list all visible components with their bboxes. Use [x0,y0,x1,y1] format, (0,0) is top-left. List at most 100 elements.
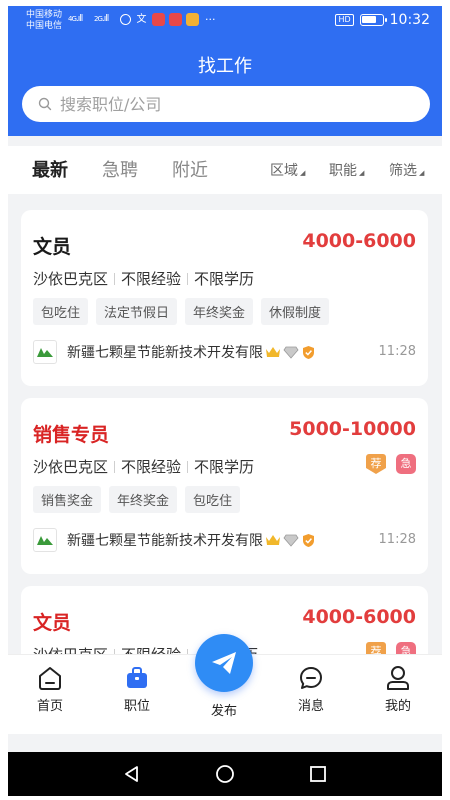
company-name: 新疆七颗星节能新技术开发有限 [67,345,263,361]
hd-icon: HD [335,14,354,26]
nav-home[interactable]: 首页 [20,665,80,714]
nav-profile[interactable]: 我的 [368,665,428,714]
weibo-icon [186,13,199,26]
recent-apps-icon[interactable] [308,764,328,784]
urgent-badge: 急 [396,454,416,474]
job-district: 沙依巴克区 [33,458,109,476]
filter-function-label: 职能 [329,163,357,179]
nav-messages[interactable]: 消息 [281,665,341,714]
home-icon [39,667,61,690]
verified-icon [303,533,314,547]
status-right: HD 10:32 [335,12,430,28]
company-badges [265,345,316,360]
company-logo [33,528,57,552]
publish-button[interactable] [195,634,253,692]
job-title: 文员 [33,612,72,634]
job-tag: 年终奖金 [109,486,178,513]
job-experience: 不限经验 [121,270,182,288]
signal-icon-2: 2G.ıll [94,14,109,24]
map-pin-icon [169,13,182,26]
tab-nearby[interactable]: 附近 [172,156,208,182]
job-meta: 沙依巴克区 不限经验 不限学历 [33,268,254,289]
diamond-icon [283,346,299,359]
job-tag: 休假制度 [261,298,330,325]
job-tag: 销售奖金 [33,486,102,513]
nav-profile-label: 我的 [384,699,411,714]
job-tag: 包吃住 [185,486,241,513]
network-type-2: 2G [94,15,103,23]
job-tag: 包吃住 [33,298,89,325]
job-experience: 不限经验 [121,458,182,476]
diamond-icon [283,534,299,547]
job-tags: 销售奖金 年终奖金 包吃住 [33,486,241,513]
filter-more[interactable]: 筛选 ◢ [389,160,424,180]
job-salary: 5000-10000 [289,418,416,440]
nav-home-label: 首页 [36,699,63,714]
nav-publish-label: 发布 [210,704,237,719]
app-icon [120,14,131,25]
phone-screen: 中国移动 中国电信 4G.ıll 2G.ıll 文 ··· HD 10:32 找… [8,6,442,796]
notification-icons: 文 ··· [120,13,216,26]
carrier-2: 中国电信 [26,21,63,31]
battery-level [361,16,376,23]
job-tag: 法定节假日 [96,298,178,325]
tab-bar: 最新 急聘 附近 区域 ◢ 职能 ◢ 筛选 ◢ [8,146,442,194]
job-tags: 包吃住 法定节假日 年终奖金 休假制度 [33,298,330,325]
recommend-badge: 荐 [366,454,386,474]
company-row: 新疆七颗星节能新技术开发有限 [33,528,316,552]
job-salary: 4000-6000 [302,606,416,628]
back-icon[interactable] [122,764,142,784]
tab-urgent[interactable]: 急聘 [102,156,138,182]
nav-messages-label: 消息 [297,699,324,714]
filter-more-label: 筛选 [389,163,417,179]
company-name: 新疆七颗星节能新技术开发有限 [67,533,263,549]
system-nav-bar [8,752,442,796]
post-time: 11:28 [378,344,416,359]
caret-down-icon: ◢ [300,169,306,177]
carrier-info: 中国移动 中国电信 [26,10,62,32]
paper-plane-icon [212,652,236,674]
search-input[interactable] [60,94,380,114]
job-tag: 年终奖金 [185,298,254,325]
more-icon: ··· [205,13,216,26]
network-type-1: 4G [68,15,77,23]
crown-icon [266,347,280,357]
user-icon [387,666,409,690]
company-logo [33,340,57,364]
tab-latest[interactable]: 最新 [32,156,68,182]
job-district: 沙依巴克区 [33,270,109,288]
briefcase-icon [127,667,147,688]
status-bar: 中国移动 中国电信 4G.ıll 2G.ıll 文 ··· HD 10:32 [8,6,442,38]
job-title: 销售专员 [33,424,110,446]
divider [114,272,116,285]
page-title: 找工作 [198,56,252,77]
company-badges [265,533,316,548]
search-icon [38,97,52,111]
job-education: 不限学历 [194,270,255,288]
header: 中国移动 中国电信 4G.ıll 2G.ıll 文 ··· HD 10:32 找… [8,6,442,136]
job-card[interactable]: 销售专员 5000-10000 沙依巴克区 不限经验 不限学历 荐 急 销售奖金… [21,398,428,574]
company-row: 新疆七颗星节能新技术开发有限 [33,340,316,364]
job-title: 文员 [33,236,72,258]
caret-down-icon: ◢ [419,169,425,177]
nav-jobs-label: 职位 [123,699,150,714]
carrier-1: 中国移动 [26,10,63,20]
post-time: 11:28 [378,532,416,547]
filter-region-label: 区域 [270,163,298,179]
news-icon [152,13,165,26]
divider [187,460,189,473]
filter-region[interactable]: 区域 ◢ [270,160,305,180]
crown-icon [266,535,280,545]
translate-icon: 文 [136,14,147,25]
divider [187,272,189,285]
filter-function[interactable]: 职能 ◢ [329,160,364,180]
job-meta: 沙依巴克区 不限经验 不限学历 [33,456,254,477]
clock: 10:32 [389,12,430,28]
divider [114,460,116,473]
nav-jobs[interactable]: 职位 [107,665,167,714]
home-circle-icon[interactable] [215,764,235,784]
message-icon [300,667,322,689]
job-card[interactable]: 文员 4000-6000 沙依巴克区 不限经验 不限学历 包吃住 法定节假日 年… [21,210,428,386]
job-education: 不限学历 [194,458,255,476]
search-bar[interactable] [22,86,430,122]
